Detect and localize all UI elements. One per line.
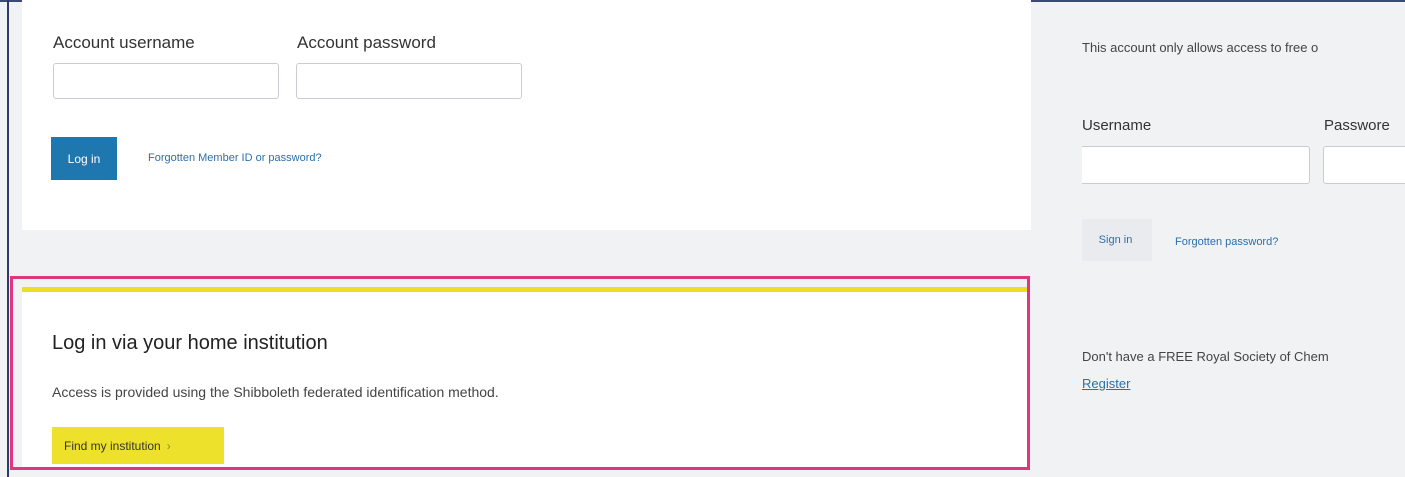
- password-label: Passwore: [1324, 117, 1390, 134]
- register-link[interactable]: Register: [1082, 376, 1130, 391]
- member-login-card: Account username Account password Log in…: [22, 0, 1031, 230]
- log-in-button[interactable]: Log in: [51, 137, 117, 180]
- username-input[interactable]: [1082, 146, 1310, 184]
- register-prompt: Don't have a FREE Royal Society of Chem: [1082, 349, 1329, 364]
- rsc-login-panel: This account only allows access to free …: [1082, 0, 1405, 477]
- forgotten-member-id-link[interactable]: Forgotten Member ID or password?: [148, 152, 322, 164]
- left-border: [7, 0, 9, 477]
- forgotten-password-link[interactable]: Forgotten password?: [1175, 236, 1278, 248]
- account-password-input[interactable]: [296, 63, 522, 99]
- password-input[interactable]: [1323, 146, 1405, 184]
- account-username-input[interactable]: [53, 63, 279, 99]
- username-label: Username: [1082, 117, 1152, 134]
- account-username-label: Account username: [53, 33, 195, 52]
- highlight-box: [10, 276, 1030, 470]
- sign-in-button[interactable]: Sign in: [1082, 219, 1152, 261]
- access-notice: This account only allows access to free …: [1082, 40, 1319, 55]
- account-password-label: Account password: [297, 33, 436, 52]
